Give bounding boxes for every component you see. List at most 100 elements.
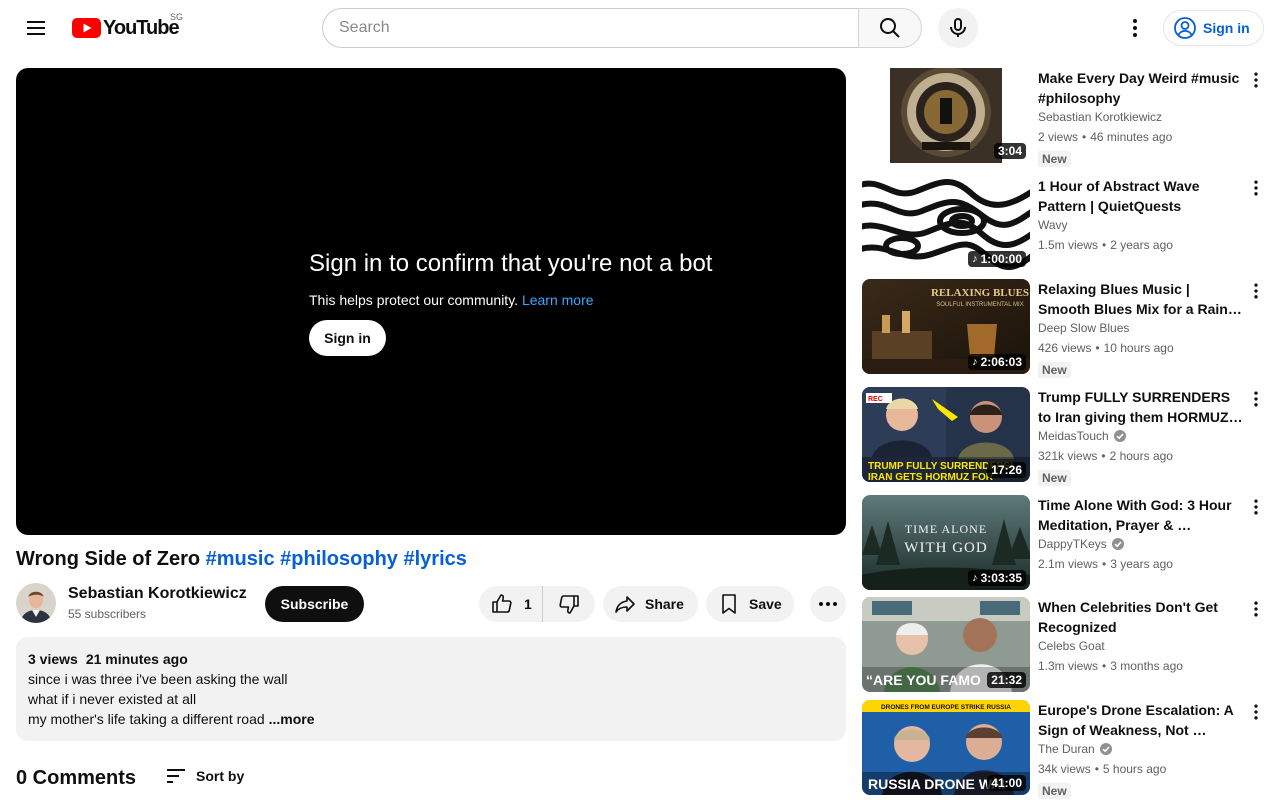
like-count: 1 bbox=[524, 596, 532, 612]
share-icon bbox=[615, 596, 635, 613]
duration-text: 3:04 bbox=[997, 144, 1022, 158]
channel-name: DappyTKeys bbox=[1038, 537, 1125, 551]
video-thumbnail[interactable]: REC TRUMP FULLY SURRENDERS! IRAN GETS HO… bbox=[862, 387, 1030, 482]
video-thumbnail[interactable]: 3:04 bbox=[862, 68, 1030, 163]
upload-age: 46 minutes ago bbox=[1090, 130, 1173, 144]
description-line: since i was three i've been asking the w… bbox=[28, 671, 288, 687]
player-signin-button[interactable]: Sign in bbox=[309, 320, 386, 356]
search-icon bbox=[880, 18, 900, 38]
separator-dot: • bbox=[1101, 449, 1106, 463]
channel-name: Sebastian Korotkiewicz bbox=[1038, 110, 1162, 124]
new-badge: New bbox=[1038, 151, 1071, 167]
view-count: 3 views bbox=[28, 651, 78, 667]
item-menu-button[interactable] bbox=[1246, 281, 1266, 301]
recommendation-item[interactable]: ♪ 1:00:00 1 Hour of Abstract Wave Patter… bbox=[862, 176, 1272, 272]
more-horiz-icon bbox=[819, 602, 837, 606]
menu-icon[interactable] bbox=[16, 8, 56, 48]
item-menu-button[interactable] bbox=[1246, 70, 1266, 90]
separator-dot: • bbox=[1095, 341, 1100, 355]
save-label: Save bbox=[749, 596, 782, 612]
more-vert-icon bbox=[1254, 391, 1258, 407]
save-button[interactable]: Save bbox=[706, 586, 794, 622]
header-signin-button[interactable]: Sign in bbox=[1163, 10, 1264, 46]
channel-name: Wavy bbox=[1038, 218, 1068, 232]
sort-by-button[interactable]: Sort by bbox=[164, 764, 244, 788]
video-title[interactable]: Time Alone With God: 3 Hour Meditation, … bbox=[1038, 495, 1244, 535]
video-title: Wrong Side of Zero #music #philosophy #l… bbox=[16, 548, 467, 571]
hashtag-link[interactable]: #philosophy bbox=[280, 548, 398, 570]
hashtag-link[interactable]: #music bbox=[206, 548, 275, 570]
recommendation-item[interactable]: “ARE YOU FAMO 21:32 When Celebrities Don… bbox=[862, 597, 1272, 693]
duration-text: 41:00 bbox=[991, 776, 1022, 790]
video-duration: 41:00 bbox=[987, 775, 1026, 791]
channel-name-text: Deep Slow Blues bbox=[1038, 321, 1130, 335]
thumb-text-sub: SOULFUL INSTRUMENTAL MIX bbox=[936, 302, 1023, 308]
more-vert-icon bbox=[1254, 72, 1258, 88]
video-player[interactable]: Sign in to confirm that you're not a bot… bbox=[16, 68, 846, 535]
item-menu-button[interactable] bbox=[1246, 389, 1266, 409]
video-title-text: Wrong Side of Zero bbox=[16, 548, 201, 570]
description-box[interactable]: 3 views 21 minutes ago since i was three … bbox=[16, 637, 846, 741]
video-thumbnail[interactable]: “ARE YOU FAMO 21:32 bbox=[862, 597, 1030, 692]
channel-name-text: MeidasTouch bbox=[1038, 429, 1109, 443]
more-actions-button[interactable] bbox=[810, 586, 846, 622]
upload-age: 2 years ago bbox=[1110, 238, 1173, 252]
item-menu-button[interactable] bbox=[1246, 702, 1266, 722]
video-duration: 3:04 bbox=[993, 143, 1026, 159]
like-dislike-group: 1 bbox=[479, 586, 595, 622]
youtube-logo[interactable]: YouTube bbox=[72, 17, 180, 39]
settings-more-button[interactable] bbox=[1115, 8, 1155, 48]
more-vert-icon bbox=[1254, 499, 1258, 515]
video-meta: 1.3m views • 3 months ago bbox=[1038, 659, 1183, 673]
comments-count: 0 Comments bbox=[16, 767, 137, 789]
video-duration: 17:26 bbox=[987, 462, 1026, 478]
video-title[interactable]: Europe's Drone Escalation: A Sign of Wea… bbox=[1038, 700, 1244, 740]
description-last-line: my mother's life taking a different road… bbox=[28, 709, 834, 729]
video-title[interactable]: Relaxing Blues Music | Smooth Blues Mix … bbox=[1038, 279, 1244, 319]
music-note-icon: ♪ bbox=[972, 253, 978, 265]
video-meta: 426 views • 10 hours ago bbox=[1038, 341, 1174, 355]
item-menu-button[interactable] bbox=[1246, 599, 1266, 619]
hashtag-link[interactable]: #lyrics bbox=[404, 548, 467, 570]
video-thumbnail[interactable]: ♪ 1:00:00 bbox=[862, 176, 1030, 271]
view-count: 1.5m views bbox=[1038, 238, 1099, 252]
view-count: 426 views bbox=[1038, 341, 1092, 355]
learn-more-link[interactable]: Learn more bbox=[522, 292, 594, 308]
video-title[interactable]: When Celebrities Don't Get Recognized bbox=[1038, 597, 1244, 637]
recommendation-item[interactable]: RELAXING BLUES SOULFUL INSTRUMENTAL MIX … bbox=[862, 279, 1272, 378]
channel-name: The Duran bbox=[1038, 742, 1113, 756]
search-input[interactable] bbox=[322, 8, 859, 48]
video-title[interactable]: 1 Hour of Abstract Wave Pattern | QuietQ… bbox=[1038, 176, 1244, 216]
channel-name[interactable]: Sebastian Korotkiewicz bbox=[68, 585, 247, 603]
top-bar: YouTube SG Sign in bbox=[0, 0, 1280, 56]
region-code: SG bbox=[170, 12, 184, 22]
recommendation-item[interactable]: DRONES FROM EUROPE STRIKE RUSSIA RUSSIA … bbox=[862, 700, 1272, 799]
sort-by-label: Sort by bbox=[196, 768, 245, 784]
item-menu-button[interactable] bbox=[1246, 178, 1266, 198]
recommendation-item[interactable]: 3:04 Make Every Day Weird #music #philos… bbox=[862, 68, 1272, 167]
video-thumbnail[interactable]: DRONES FROM EUROPE STRIKE RUSSIA RUSSIA … bbox=[862, 700, 1030, 795]
video-title[interactable]: Make Every Day Weird #music #philosophy bbox=[1038, 68, 1244, 108]
new-badge: New bbox=[1038, 470, 1071, 486]
dislike-button[interactable] bbox=[543, 586, 595, 622]
thumb-text-line1: “ARE YOU FAMO bbox=[866, 672, 981, 688]
show-more-button[interactable]: ...more bbox=[269, 711, 315, 727]
share-button[interactable]: Share bbox=[603, 586, 698, 622]
thumb-text-bottom: RUSSIA DRONE WAI bbox=[868, 776, 1005, 792]
duration-text: 2:06:03 bbox=[980, 355, 1022, 369]
search-button[interactable] bbox=[858, 8, 922, 48]
music-note-icon: ♪ bbox=[972, 356, 978, 368]
video-thumbnail[interactable]: RELAXING BLUES SOULFUL INSTRUMENTAL MIX … bbox=[862, 279, 1030, 374]
recommendation-item[interactable]: REC TRUMP FULLY SURRENDERS! IRAN GETS HO… bbox=[862, 387, 1272, 486]
video-meta: 2 views • 46 minutes ago bbox=[1038, 130, 1172, 144]
bot-check-message: Sign in to confirm that you're not a bot… bbox=[309, 250, 712, 356]
verified-icon bbox=[1099, 743, 1112, 755]
subscribe-button[interactable]: Subscribe bbox=[265, 586, 364, 622]
video-title[interactable]: Trump FULLY SURRENDERS to Iran giving th… bbox=[1038, 387, 1244, 427]
channel-avatar[interactable] bbox=[16, 583, 56, 623]
recommendation-item[interactable]: TIME ALONE WITH GOD ♪ 3:03:35 Time Alone… bbox=[862, 495, 1272, 591]
voice-search-button[interactable] bbox=[938, 8, 978, 48]
video-thumbnail[interactable]: TIME ALONE WITH GOD ♪ 3:03:35 bbox=[862, 495, 1030, 590]
item-menu-button[interactable] bbox=[1246, 497, 1266, 517]
like-button[interactable]: 1 bbox=[479, 586, 543, 622]
